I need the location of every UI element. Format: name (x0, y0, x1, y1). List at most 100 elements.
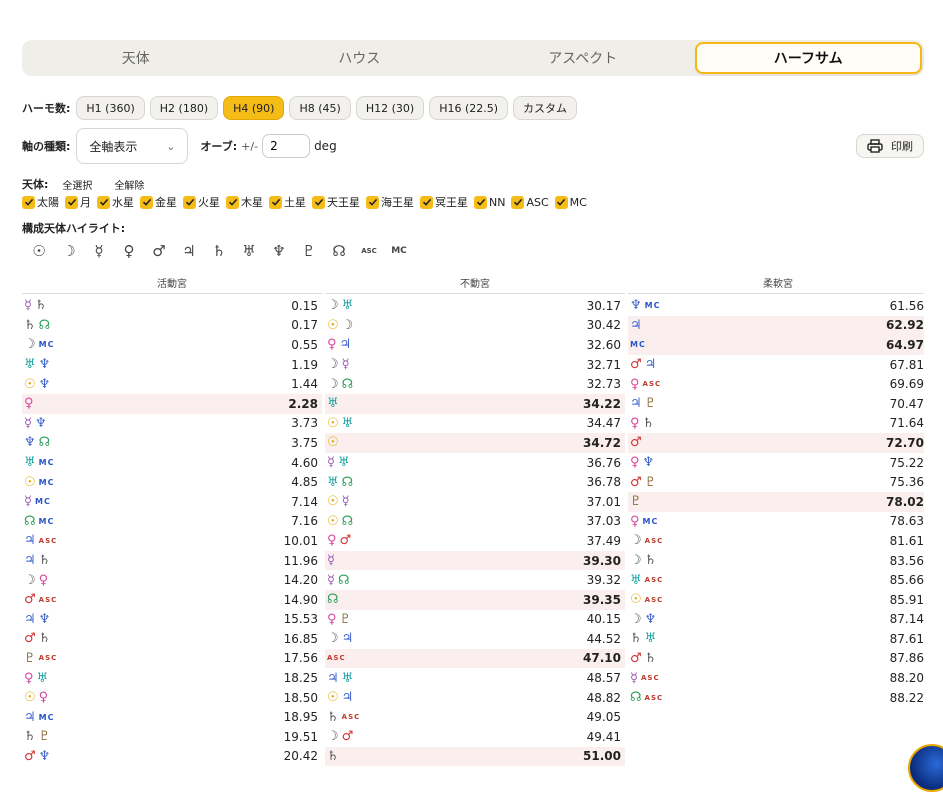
table-row[interactable]: ☉ ♃ 48.82 (325, 688, 625, 708)
table-row[interactable]: ♂ ♃ 67.81 (628, 355, 924, 375)
table-row[interactable]: ♀ ♄ 71.64 (628, 414, 924, 434)
table-row[interactable]: ♄ ASC 49.05 (325, 707, 625, 727)
table-row[interactable]: ☽ ASC 81.61 (628, 531, 924, 551)
harmonic-h16-button[interactable]: H16 (22.5) (429, 96, 509, 120)
table-row[interactable]: ♄ ♇ 19.51 (22, 727, 322, 747)
table-row[interactable]: ☉ ASC 85.91 (628, 590, 924, 610)
harmonic-custom-button[interactable]: カスタム (513, 96, 578, 120)
avatar[interactable] (908, 744, 943, 792)
harmonic-h8-button[interactable]: H8 (45) (289, 96, 351, 120)
body-checkbox[interactable]: ASC (511, 195, 549, 209)
table-row[interactable]: ♃ ♇ 70.47 (628, 394, 924, 414)
table-row[interactable]: ☽ ☿ 32.71 (325, 355, 625, 375)
table-row[interactable]: ♂ ♆ 20.42 (22, 747, 322, 767)
table-row[interactable]: ☽ ♆ 87.14 (628, 610, 924, 630)
table-row[interactable]: ♃ ♄ 11.96 (22, 551, 322, 571)
table-row[interactable]: ♃ ♅ 48.57 (325, 668, 625, 688)
table-row[interactable]: ♄ ♅ 87.61 (628, 629, 924, 649)
table-row[interactable]: ☉ ♆ 1.44 (22, 374, 322, 394)
table-row[interactable]: ☿ ♄ 0.15 (22, 296, 322, 316)
body-checkbox[interactable]: 太陽 (22, 194, 59, 210)
table-row[interactable]: ☽ ♀ 14.20 (22, 570, 322, 590)
select-all-button[interactable]: 全選択 (62, 177, 92, 192)
orb-input[interactable] (262, 134, 311, 158)
table-row[interactable]: ☉ MC 4.85 (22, 472, 322, 492)
table-row[interactable]: ♃ ASC 10.01 (22, 531, 322, 551)
table-row[interactable]: ♇ ASC 17.56 (22, 649, 322, 669)
table-row[interactable]: ☉ ☿ 37.01 (325, 492, 625, 512)
table-row[interactable]: ♂ 72.70 (628, 433, 924, 453)
body-checkbox[interactable]: 天王星 (312, 194, 360, 210)
table-row[interactable]: ♄ ☊ 0.17 (22, 316, 322, 336)
table-row[interactable]: MC 64.97 (628, 335, 924, 355)
table-row[interactable]: ♃ 62.92 (628, 315, 924, 336)
table-row[interactable]: ♂ ♇ 75.36 (628, 472, 924, 492)
harmonic-h12-button[interactable]: H12 (30) (355, 96, 425, 120)
table-row[interactable]: ♂ ♄ 16.85 (22, 629, 322, 649)
clear-all-button[interactable]: 全解除 (114, 177, 144, 192)
table-row[interactable]: ♆ ☊ 3.75 (22, 433, 322, 453)
table-row[interactable]: ♀ MC 78.63 (628, 512, 924, 532)
table-row[interactable]: ☊ MC 7.16 (22, 512, 322, 532)
table-row[interactable]: ♅ ♆ 1.19 (22, 355, 322, 375)
table-row[interactable]: ♃ ♆ 15.53 (22, 610, 322, 630)
uranus-icon[interactable]: ♅ (234, 240, 264, 262)
table-row[interactable]: ♀ ASC 69.69 (628, 374, 924, 394)
body-checkbox[interactable]: 木星 (226, 194, 263, 210)
body-checkbox[interactable]: 冥王星 (420, 194, 468, 210)
table-row[interactable]: ☽ ♅ 30.17 (325, 296, 625, 316)
mercury-icon[interactable]: ☿ (84, 240, 114, 262)
body-checkbox[interactable]: 水星 (97, 194, 134, 210)
table-row[interactable]: ♅ MC 4.60 (22, 453, 322, 473)
table-row[interactable]: ♀ ♂ 37.49 (325, 531, 625, 551)
table-row[interactable]: ♀ ♃ 32.60 (325, 335, 625, 355)
table-row[interactable]: ☉ ☊ 37.03 (325, 512, 625, 532)
table-row[interactable]: ☊ ASC 88.22 (628, 688, 924, 708)
table-row[interactable]: ☉ 34.72 (325, 433, 625, 453)
table-row[interactable]: ☽ ♃ 44.52 (325, 629, 625, 649)
table-row[interactable]: ☉ ♅ 34.47 (325, 414, 625, 434)
body-checkbox[interactable]: 火星 (183, 194, 220, 210)
table-row[interactable]: ♅ 34.22 (325, 393, 625, 414)
saturn-icon[interactable]: ♄ (204, 240, 234, 262)
table-row[interactable]: ♀ ♆ 75.22 (628, 453, 924, 473)
table-row[interactable]: ♀ ♇ 40.15 (325, 610, 625, 630)
neptune-icon[interactable]: ♆ (264, 240, 294, 262)
node-icon[interactable]: ☊ (324, 240, 354, 262)
table-row[interactable]: ☽ MC 0.55 (22, 335, 322, 355)
table-row[interactable]: ☿ MC 7.14 (22, 492, 322, 512)
table-row[interactable]: ☉ ☽ 30.42 (325, 316, 625, 336)
body-checkbox[interactable]: 金星 (140, 194, 177, 210)
table-row[interactable]: ♂ ASC 14.90 (22, 590, 322, 610)
body-checkbox[interactable]: NN (474, 195, 505, 209)
table-row[interactable]: ♅ ☊ 36.78 (325, 472, 625, 492)
table-row[interactable]: ASC 47.10 (325, 648, 625, 669)
table-row[interactable]: ♆ MC 61.56 (628, 296, 924, 316)
table-row[interactable]: ♀ ♅ 18.25 (22, 668, 322, 688)
table-row[interactable]: ♅ ASC 85.66 (628, 570, 924, 590)
axis-select[interactable]: 全軸表示 ⌄ (76, 128, 189, 164)
print-button[interactable]: 印刷 (856, 134, 924, 158)
body-checkbox[interactable]: 海王星 (366, 194, 414, 210)
harmonic-h4-button[interactable]: H4 (90) (223, 96, 285, 120)
table-row[interactable]: ♄ 51.00 (325, 746, 625, 767)
tab-houses[interactable]: ハウス (248, 42, 472, 74)
table-row[interactable]: ☊ 39.35 (325, 589, 625, 610)
table-row[interactable]: ☽ ♄ 83.56 (628, 551, 924, 571)
sun-icon[interactable]: ☉ (24, 240, 54, 262)
table-row[interactable]: ☉ ♀ 18.50 (22, 688, 322, 708)
tab-halfsum[interactable]: ハーフサム (694, 42, 922, 74)
table-row[interactable]: ☽ ☊ 32.73 (325, 374, 625, 394)
mc-icon[interactable]: MC (384, 240, 414, 262)
table-row[interactable]: ♂ ♄ 87.86 (628, 649, 924, 669)
harmonic-h1-button[interactable]: H1 (360) (76, 96, 145, 120)
table-row[interactable]: ♇ 78.02 (628, 491, 924, 512)
asc-icon[interactable]: ASC (354, 240, 384, 262)
body-checkbox[interactable]: MC (554, 195, 587, 209)
venus-icon[interactable]: ♀ (114, 240, 144, 262)
jupiter-icon[interactable]: ♃ (174, 240, 204, 262)
table-row[interactable]: ♃ MC 18.95 (22, 707, 322, 727)
table-row[interactable]: ♀ 2.28 (22, 393, 322, 414)
table-row[interactable]: ☿ ASC 88.20 (628, 668, 924, 688)
pluto-icon[interactable]: ♇ (294, 240, 324, 262)
